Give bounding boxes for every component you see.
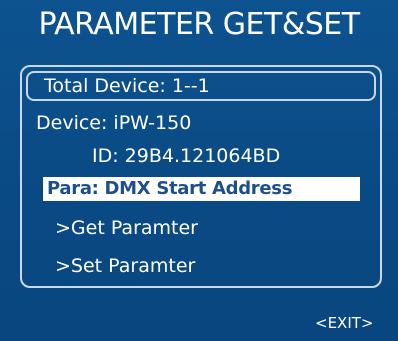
parameter-get-set-screen: PARAMETER GET&SET Total Device: 1--1 Dev… — [0, 0, 398, 341]
menu-item-get-parameter[interactable]: >Get Paramter — [55, 215, 198, 241]
menu-item-set-parameter[interactable]: >Set Paramter — [55, 253, 195, 279]
menu-item-para[interactable]: Para: DMX Start Address — [47, 177, 292, 201]
screen-title: PARAMETER GET&SET — [38, 7, 360, 42]
total-device-label: Total Device: 1--1 — [44, 75, 210, 97]
exit-button[interactable]: <EXIT> — [315, 313, 373, 333]
device-name-label: Device: iPW-150 — [36, 112, 192, 134]
device-id-label: ID: 29B4.121064BD — [92, 145, 281, 167]
